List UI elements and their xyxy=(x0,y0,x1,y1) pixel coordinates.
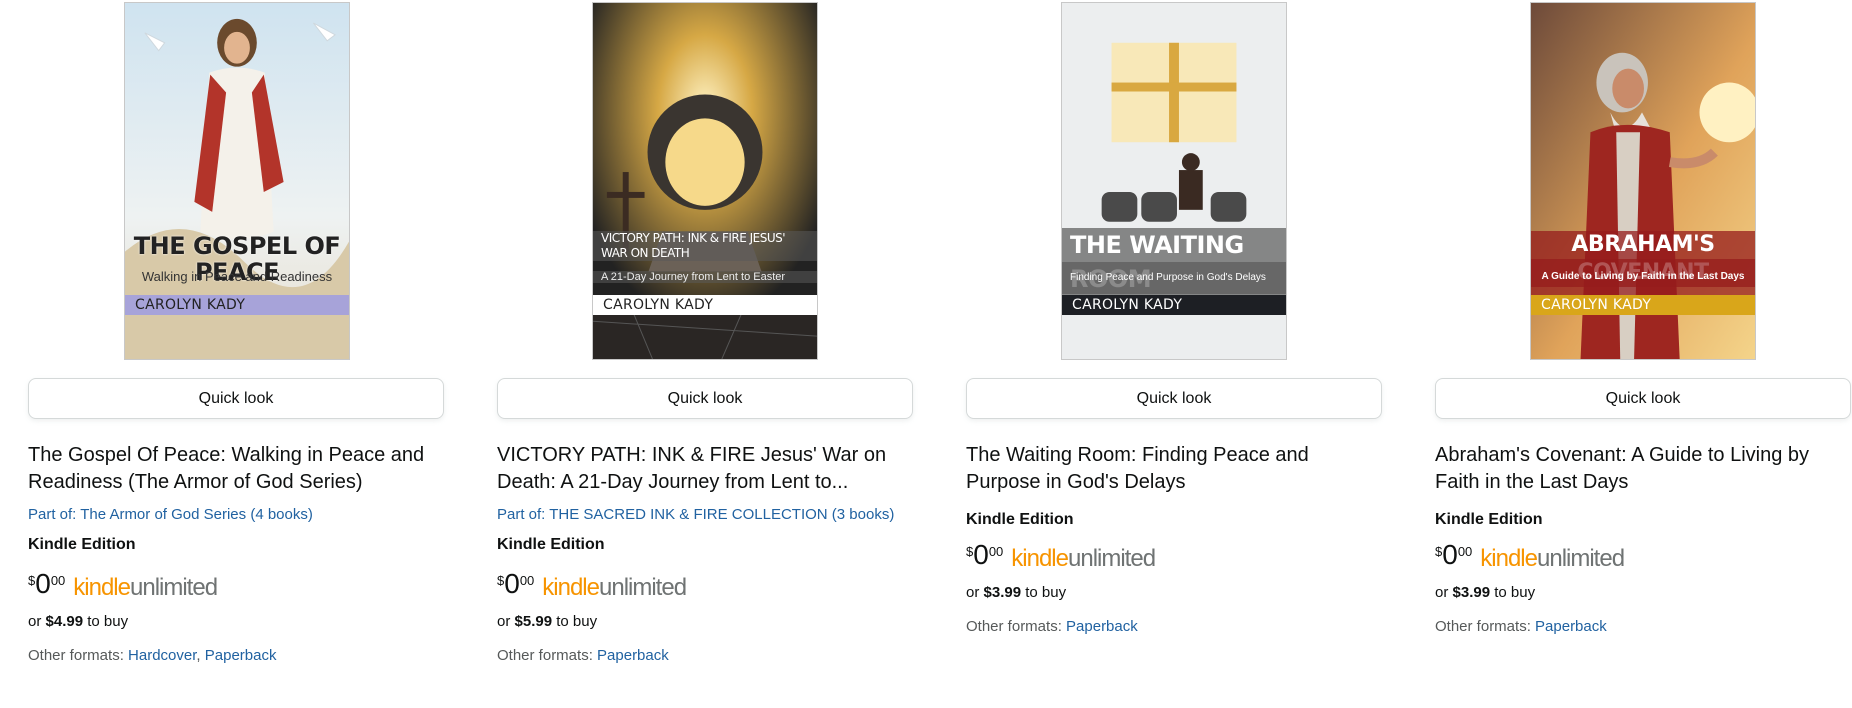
product-title-link[interactable]: The Waiting Room: Finding Peace and Purp… xyxy=(966,442,1382,498)
kindle-unlimited-logo: kindleunlimited xyxy=(542,574,687,601)
cover-subtitle: Finding Peace and Purpose in God's Delay… xyxy=(1062,262,1286,294)
price[interactable]: $ 0 00 xyxy=(28,569,65,599)
book-cover-image[interactable]: THE WAITING ROOM Finding Peace and Purpo… xyxy=(1061,2,1287,360)
cover-link[interactable]: ABRAHAM'S COVENANT A Guide to Living by … xyxy=(1435,2,1851,360)
other-formats: Other formats: Paperback xyxy=(1435,618,1607,635)
kindle-unlimited-logo: kindleunlimited xyxy=(73,574,218,601)
price-fraction: 00 xyxy=(50,573,66,588)
cover-author: CAROLYN KADY xyxy=(593,295,817,315)
edition-label: Kindle Edition xyxy=(966,511,1074,528)
price-row[interactable]: $ 0 00 kindleunlimited xyxy=(497,569,687,603)
product-card: THE GOSPEL OF PEACE Walking in Peace and… xyxy=(28,0,444,708)
price[interactable]: $ 0 00 xyxy=(1435,540,1472,570)
cover-author: CAROLYN KADY xyxy=(1062,295,1286,315)
book-cover-image[interactable]: THE GOSPEL OF PEACE Walking in Peace and… xyxy=(124,2,350,360)
price-whole: 0 xyxy=(1442,539,1458,570)
format-link-paperback[interactable]: Paperback xyxy=(1066,618,1138,635)
price-row[interactable]: $ 0 00 kindleunlimited xyxy=(1435,540,1625,574)
kindle-unlimited-logo: kindleunlimited xyxy=(1011,545,1156,572)
price[interactable]: $ 0 00 xyxy=(497,569,534,599)
product-card: ABRAHAM'S COVENANT A Guide to Living by … xyxy=(1435,0,1851,708)
product-title-link[interactable]: The Gospel Of Peace: Walking in Peace an… xyxy=(28,442,444,498)
other-formats: Other formats: Hardcover, Paperback xyxy=(28,647,277,664)
book-cover-image[interactable]: VICTORY PATH: INK & FIRE JESUS' WAR ON D… xyxy=(592,2,818,360)
cover-subtitle: Walking in Peace and Readiness xyxy=(141,269,333,284)
edition-label: Kindle Edition xyxy=(28,536,136,553)
kindle-unlimited-logo: kindleunlimited xyxy=(1480,545,1625,572)
price-currency: $ xyxy=(497,573,505,588)
product-card: VICTORY PATH: INK & FIRE JESUS' WAR ON D… xyxy=(497,0,913,708)
buy-price[interactable]: or $4.99 to buy xyxy=(28,613,128,630)
quick-look-button[interactable]: Quick look xyxy=(28,378,444,419)
other-formats: Other formats: Paperback xyxy=(497,647,669,664)
cover-link[interactable]: VICTORY PATH: INK & FIRE JESUS' WAR ON D… xyxy=(497,2,913,360)
product-card: THE WAITING ROOM Finding Peace and Purpo… xyxy=(966,0,1382,708)
price-fraction: 00 xyxy=(1457,544,1473,559)
other-formats: Other formats: Paperback xyxy=(966,618,1138,635)
buy-price[interactable]: or $3.99 to buy xyxy=(1435,584,1535,601)
book-cover-image[interactable]: ABRAHAM'S COVENANT A Guide to Living by … xyxy=(1530,2,1756,360)
price-row[interactable]: $ 0 00 kindleunlimited xyxy=(966,540,1156,574)
price-currency: $ xyxy=(1435,544,1443,559)
buy-price[interactable]: or $5.99 to buy xyxy=(497,613,597,630)
format-link-paperback[interactable]: Paperback xyxy=(1535,618,1607,635)
cover-title: VICTORY PATH: INK & FIRE JESUS' WAR ON D… xyxy=(593,231,817,261)
price-currency: $ xyxy=(966,544,974,559)
edition-label: Kindle Edition xyxy=(1435,511,1543,528)
product-title-link[interactable]: VICTORY PATH: INK & FIRE Jesus' War on D… xyxy=(497,442,913,498)
cover-link[interactable]: THE GOSPEL OF PEACE Walking in Peace and… xyxy=(28,2,444,360)
quick-look-button[interactable]: Quick look xyxy=(497,378,913,419)
price-whole: 0 xyxy=(973,539,989,570)
price-fraction: 00 xyxy=(988,544,1004,559)
product-title-link[interactable]: Abraham's Covenant: A Guide to Living by… xyxy=(1435,442,1851,498)
buy-price[interactable]: or $3.99 to buy xyxy=(966,584,1066,601)
quick-look-button[interactable]: Quick look xyxy=(966,378,1382,419)
quick-look-button[interactable]: Quick look xyxy=(1435,378,1851,419)
price-whole: 0 xyxy=(504,568,520,599)
format-link-paperback[interactable]: Paperback xyxy=(205,647,277,664)
format-link-paperback[interactable]: Paperback xyxy=(597,647,669,664)
cover-subtitle: A 21-Day Journey from Lent to Easter xyxy=(593,271,817,283)
edition-label: Kindle Edition xyxy=(497,536,605,553)
cover-author: CAROLYN KADY xyxy=(1531,295,1755,315)
price-row[interactable]: $ 0 00 kindleunlimited xyxy=(28,569,218,603)
format-link-hardcover[interactable]: Hardcover xyxy=(128,647,196,664)
price-whole: 0 xyxy=(35,568,51,599)
price-currency: $ xyxy=(28,573,36,588)
series-link[interactable]: Part of: The Armor of God Series (4 book… xyxy=(28,506,313,523)
cover-link[interactable]: THE WAITING ROOM Finding Peace and Purpo… xyxy=(966,2,1382,360)
cover-author: CAROLYN KADY xyxy=(125,295,349,315)
price[interactable]: $ 0 00 xyxy=(966,540,1003,570)
price-fraction: 00 xyxy=(519,573,535,588)
cover-subtitle: A Guide to Living by Faith in the Last D… xyxy=(1531,259,1755,295)
series-link[interactable]: Part of: THE SACRED INK & FIRE COLLECTIO… xyxy=(497,506,894,523)
